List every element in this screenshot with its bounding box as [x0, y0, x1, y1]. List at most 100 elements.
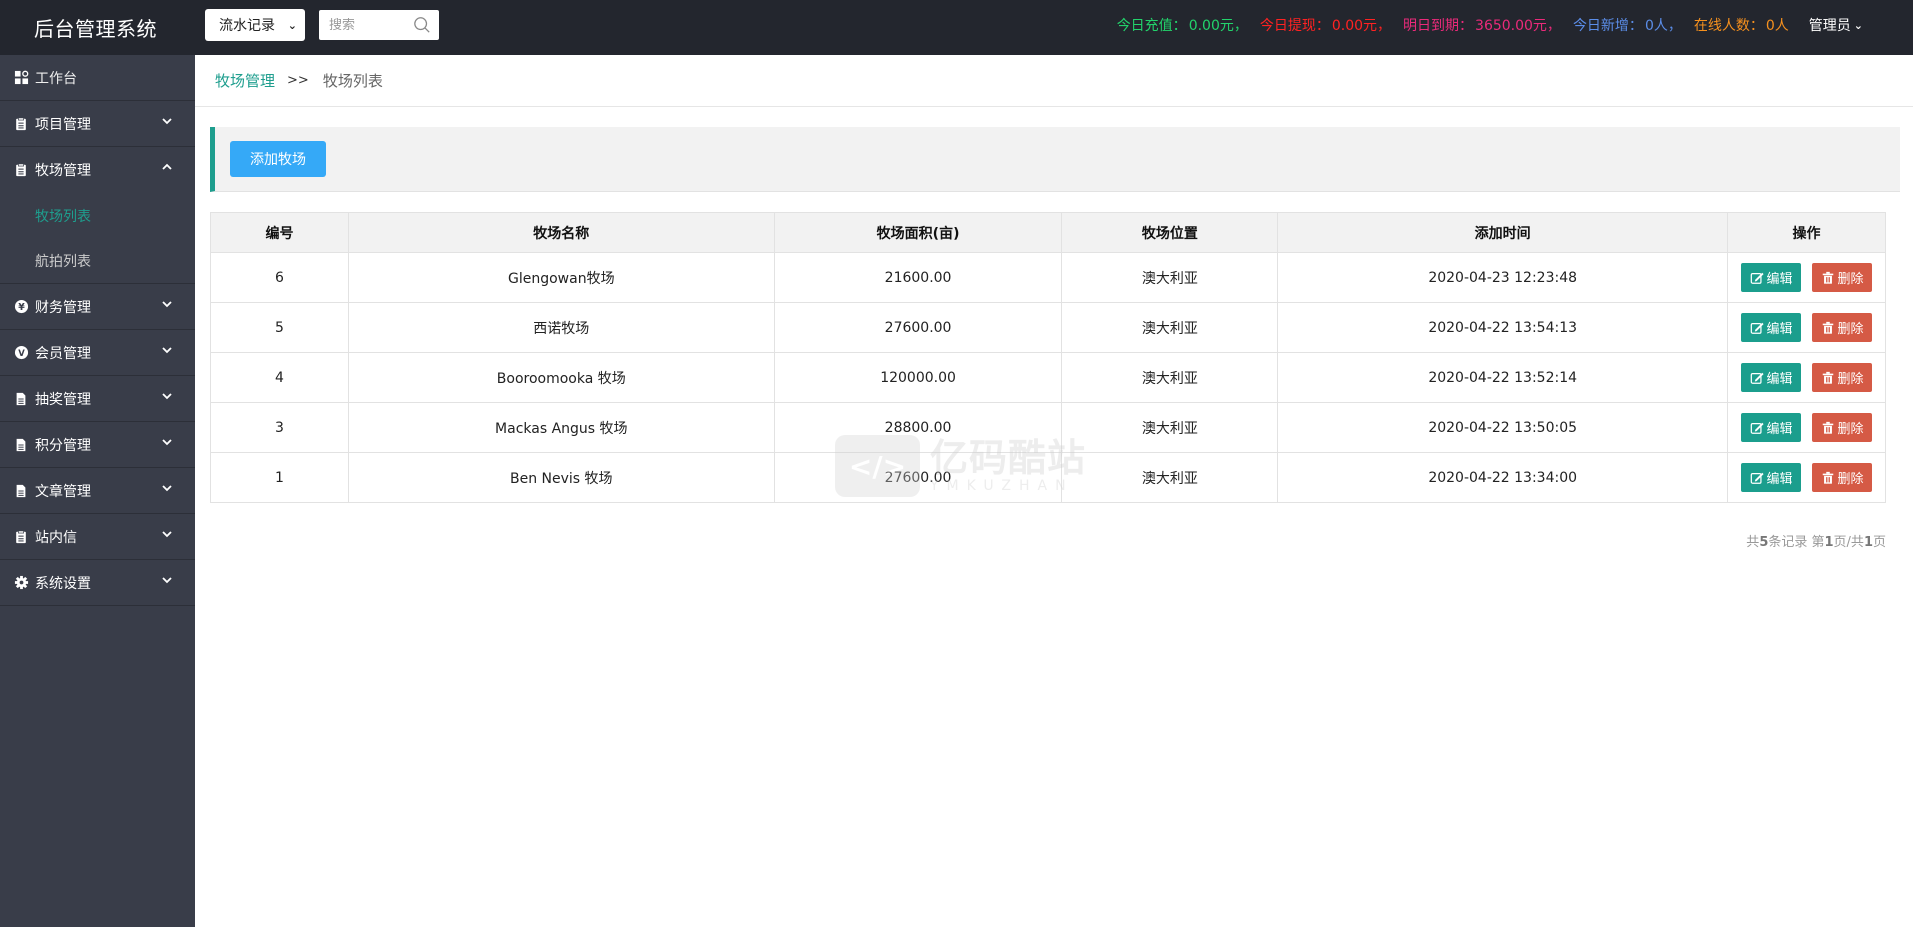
cell-id: 3 [210, 402, 349, 453]
yen-icon: ¥ [13, 299, 29, 315]
chevron-down-icon [161, 344, 173, 360]
svg-text:¥: ¥ [18, 302, 25, 313]
cell-id: 4 [210, 352, 349, 403]
add-ranch-button[interactable]: 添加牧场 [230, 141, 326, 177]
chevron-down-icon [161, 482, 173, 498]
clipboard-icon [13, 529, 29, 545]
admin-menu[interactable]: 管理员 ⌄ [1809, 15, 1865, 35]
edit-button[interactable]: 编辑 [1741, 463, 1802, 492]
edit-button[interactable]: 编辑 [1741, 313, 1802, 342]
pager-text: 页 [1872, 535, 1886, 550]
chevron-down-icon [161, 390, 173, 406]
table-header-row: 编号 牧场名称 牧场面积(亩) 牧场位置 添加时间 操作 [210, 212, 1886, 253]
toolbar: 添加牧场 [210, 127, 1900, 192]
stat-value: 0.00元， [1331, 18, 1392, 34]
delete-label: 删除 [1837, 372, 1864, 387]
stat-value: 0人 [1765, 18, 1789, 34]
cell-area: 28800.00 [773, 402, 1063, 453]
delete-button[interactable]: 删除 [1812, 313, 1873, 342]
pager-pages: 1 [1863, 535, 1873, 550]
chevron-down-icon [161, 298, 173, 314]
sidebar-item[interactable]: 项目管理 [0, 101, 195, 147]
search-input[interactable] [329, 17, 409, 33]
delete-label: 删除 [1837, 472, 1864, 487]
cell-location: 澳大利亚 [1061, 302, 1279, 353]
edit-label: 编辑 [1766, 272, 1793, 287]
cell-name: Glengowan牧场 [347, 252, 775, 303]
cell-area: 27600.00 [773, 452, 1063, 503]
breadcrumb-separator: >> [287, 73, 309, 88]
delete-button[interactable]: 删除 [1812, 463, 1873, 492]
sidebar: 工作台项目管理牧场管理 牧场列表 航拍列表 ¥ 财务管理 V 会员管理 抽奖管理积分管理文章管… [0, 55, 195, 927]
cell-actions: 编辑 删除 [1727, 252, 1886, 303]
search-box[interactable] [319, 10, 439, 40]
pager-text: 共 [1746, 535, 1760, 550]
breadcrumb-parent[interactable]: 牧场管理 [215, 70, 275, 91]
pager-total: 5 [1759, 535, 1769, 550]
table-row: 1 Ben Nevis 牧场 27600.00 澳大利亚 2020-04-22 13:3… [210, 452, 1886, 503]
clipboard-icon [13, 162, 29, 178]
cell-time: 2020-04-22 13:34:00 [1277, 452, 1729, 503]
sidebar-item[interactable]: ¥ 财务管理 [0, 284, 195, 330]
app-title: 后台管理系统 [34, 17, 157, 41]
stat-label: 今日提现： [1259, 18, 1330, 34]
cell-area: 21600.00 [773, 252, 1063, 303]
cell-id: 6 [210, 252, 349, 303]
sidebar-subitem[interactable]: 航拍列表 [0, 238, 195, 283]
ranch-table: 编号 牧场名称 牧场面积(亩) 牧场位置 添加时间 操作 6 Glengowan牧… [210, 212, 1886, 503]
chevron-up-icon [161, 161, 173, 177]
sidebar-item-label: 积分管理 [35, 437, 91, 454]
pager-text: 条记录 第 [1768, 535, 1825, 550]
record-type-select[interactable]: 流水记录 ⌄ [205, 9, 305, 41]
svg-text:V: V [18, 348, 25, 358]
stat-label: 今日新增： [1572, 18, 1643, 34]
stat-item: 明日到期： 3650.00元， [1403, 15, 1563, 35]
stat-value: 0.00元， [1188, 18, 1248, 34]
stat-value: 0人， [1644, 18, 1682, 34]
sidebar-item-label: 系统设置 [35, 575, 91, 592]
edit-label: 编辑 [1766, 422, 1793, 437]
delete-button[interactable]: 删除 [1812, 263, 1873, 292]
sidebar-item[interactable]: 牧场管理 [0, 147, 195, 193]
stat-label: 今日充值： [1116, 18, 1187, 34]
main-content: 牧场管理 >> 牧场列表 添加牧场 编号 牧场名称 牧场面积(亩) 牧场位置 添… [195, 55, 1913, 927]
col-header-actions: 操作 [1727, 212, 1886, 253]
trash-icon [1822, 371, 1833, 384]
sidebar-item[interactable]: V 会员管理 [0, 330, 195, 376]
col-header-id: 编号 [210, 212, 349, 253]
stat-label: 在线人数： [1693, 18, 1764, 34]
stat-label: 明日到期： [1403, 18, 1474, 34]
edit-button[interactable]: 编辑 [1741, 413, 1802, 442]
edit-button[interactable]: 编辑 [1741, 363, 1802, 392]
chevron-down-icon: ⌄ [287, 18, 297, 32]
delete-button[interactable]: 删除 [1812, 363, 1873, 392]
sidebar-item[interactable]: 站内信 [0, 514, 195, 560]
cell-location: 澳大利亚 [1061, 402, 1279, 453]
edit-icon [1750, 422, 1764, 434]
sidebar-item[interactable]: 工作台 [0, 55, 195, 101]
sidebar-item[interactable]: 文章管理 [0, 468, 195, 514]
cell-time: 2020-04-22 13:50:05 [1277, 402, 1729, 453]
cell-time: 2020-04-22 13:52:14 [1277, 352, 1729, 403]
sidebar-submenu: 牧场列表 航拍列表 [0, 193, 195, 284]
edit-label: 编辑 [1766, 372, 1793, 387]
sidebar-item-label: 项目管理 [35, 116, 91, 133]
cell-actions: 编辑 删除 [1727, 402, 1886, 453]
delete-button[interactable]: 删除 [1812, 413, 1873, 442]
cell-area: 120000.00 [773, 352, 1063, 403]
sidebar-item[interactable]: 抽奖管理 [0, 376, 195, 422]
stat-item: 在线人数： 0人 [1694, 15, 1791, 35]
col-header-name: 牧场名称 [347, 212, 775, 253]
search-icon[interactable] [413, 16, 431, 34]
sidebar-item[interactable]: 积分管理 [0, 422, 195, 468]
pager-page: 1 [1824, 535, 1834, 550]
sidebar-item[interactable]: 系统设置 [0, 560, 195, 606]
delete-label: 删除 [1837, 422, 1864, 437]
cell-id: 5 [210, 302, 349, 353]
cell-time: 2020-04-23 12:23:48 [1277, 252, 1729, 303]
cell-location: 澳大利亚 [1061, 252, 1279, 303]
sidebar-subitem[interactable]: 牧场列表 [0, 193, 195, 238]
edit-button[interactable]: 编辑 [1741, 263, 1802, 292]
cell-location: 澳大利亚 [1061, 452, 1279, 503]
trash-icon [1822, 321, 1833, 334]
